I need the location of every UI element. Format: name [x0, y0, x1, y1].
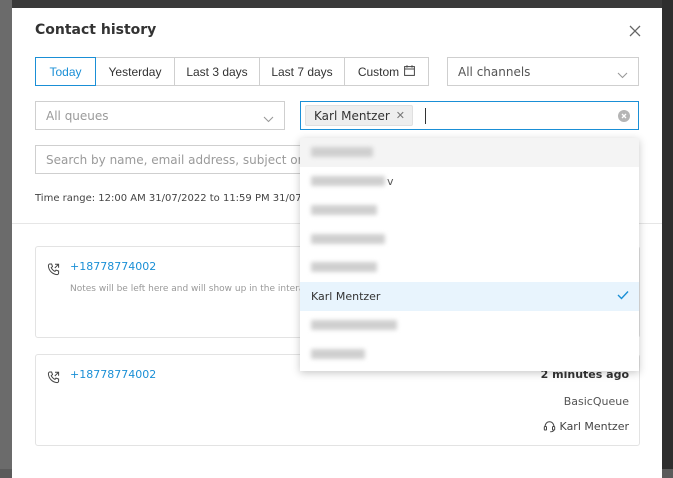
chip-remove-icon[interactable]: ✕: [396, 109, 405, 122]
redacted-name: [311, 204, 377, 215]
agents-dropdown: v Karl Mentzer: [300, 138, 639, 371]
contact-phone-link[interactable]: +18778774002: [70, 368, 156, 381]
dropdown-item-selected[interactable]: Karl Mentzer: [300, 281, 639, 311]
dropdown-item-label: Karl Mentzer: [311, 289, 381, 303]
queues-select[interactable]: All queues: [35, 101, 285, 130]
agents-multiselect[interactable]: Karl Mentzer ✕: [300, 101, 639, 130]
dropdown-item[interactable]: [300, 311, 639, 340]
headset-icon: [543, 421, 555, 433]
contact-agent: Karl Mentzer: [543, 420, 629, 433]
redacted-name: [311, 233, 385, 244]
chevron-down-icon: [263, 112, 274, 126]
dropdown-item[interactable]: [300, 253, 639, 282]
redacted-name: [311, 176, 385, 187]
range-last7-button[interactable]: Last 7 days: [259, 57, 345, 86]
range-custom-button[interactable]: Custom: [344, 57, 429, 86]
agent-chip-label: Karl Mentzer: [314, 108, 390, 123]
checkmark-icon: [617, 290, 629, 303]
phone-icon: [47, 369, 60, 388]
dropdown-item[interactable]: [300, 339, 639, 368]
redacted-name: [311, 319, 397, 330]
dropdown-item-suffix: v: [387, 174, 394, 188]
dropdown-item[interactable]: [300, 138, 639, 167]
contact-queue: BasicQueue: [563, 395, 629, 408]
range-last3-button[interactable]: Last 3 days: [174, 57, 260, 86]
range-yesterday-label: Yesterday: [108, 64, 162, 79]
contact-history-modal: Contact history Today Yesterday Last 3 d…: [12, 8, 662, 478]
redacted-name: [311, 262, 377, 273]
range-last7-label: Last 7 days: [271, 64, 333, 79]
contact-agent-name: Karl Mentzer: [559, 420, 629, 433]
range-yesterday-button[interactable]: Yesterday: [95, 57, 175, 86]
contact-note: Notes will be left here and will show up…: [70, 284, 305, 294]
queues-select-placeholder: All queues: [46, 108, 109, 123]
search-input[interactable]: [35, 145, 305, 174]
chevron-down-icon: [617, 68, 628, 82]
modal-title: Contact history: [35, 22, 157, 38]
range-custom-label: Custom: [357, 64, 400, 79]
channels-select[interactable]: All channels: [447, 57, 639, 86]
phone-icon: [47, 261, 60, 280]
contact-phone-link[interactable]: +18778774002: [70, 260, 156, 273]
agent-chip: Karl Mentzer ✕: [305, 105, 413, 126]
time-range-text: Time range: 12:00 AM 31/07/2022 to 11:59…: [35, 193, 331, 204]
channels-select-value: All channels: [458, 64, 531, 79]
text-caret: [424, 107, 426, 124]
calendar-icon: [404, 64, 416, 79]
dropdown-item[interactable]: [300, 224, 639, 253]
backdrop-top: [0, 0, 673, 8]
dropdown-item[interactable]: [300, 196, 639, 225]
range-today-label: Today: [49, 64, 82, 79]
close-icon: [629, 25, 641, 37]
clear-icon[interactable]: [618, 110, 630, 122]
range-today-button[interactable]: Today: [35, 57, 96, 86]
date-range-group: Today Yesterday Last 3 days Last 7 days …: [35, 57, 429, 86]
redacted-name: [311, 348, 365, 359]
backdrop-left: [0, 0, 12, 469]
close-button[interactable]: [628, 24, 642, 38]
redacted-name: [311, 147, 373, 158]
backdrop-right: [662, 0, 673, 469]
dropdown-item[interactable]: v: [300, 167, 639, 196]
range-last3-label: Last 3 days: [186, 64, 248, 79]
